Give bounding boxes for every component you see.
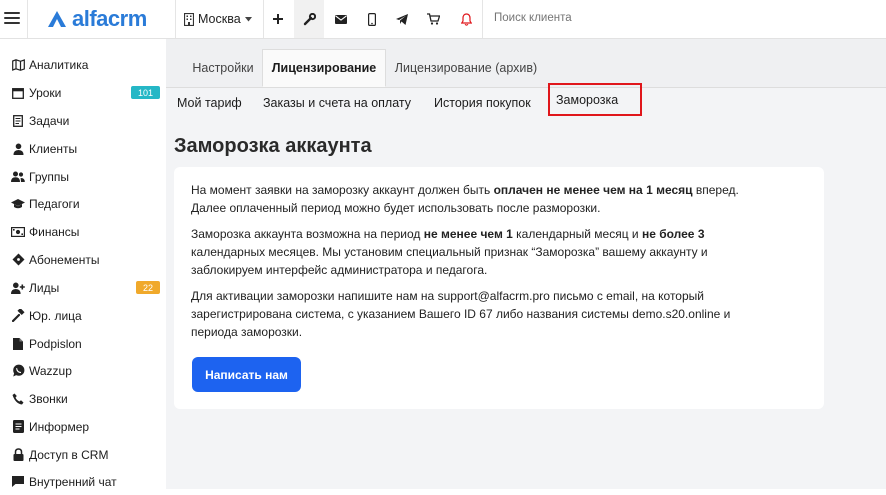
bell-icon[interactable] [451,0,481,38]
tab-licensing[interactable]: Лицензирование [262,49,386,87]
mail-icon[interactable] [326,0,356,38]
sidebar-item-tasks[interactable]: Задачи [0,107,166,134]
tab-settings[interactable]: Настройки [178,49,268,87]
top-bar: alfacrm Москва [0,0,886,39]
city-select[interactable]: Москва [184,0,252,38]
menu-icon[interactable] [4,10,20,26]
paragraph-activation: Для активации заморозки напишите нам на … [191,287,791,341]
sidebar-item-teachers[interactable]: Педагоги [0,190,166,217]
lock-icon [11,448,25,462]
sidebar-item-wazzup[interactable]: Wazzup [0,357,166,384]
sidebar-item-groups[interactable]: Группы [0,163,166,190]
write-to-us-button[interactable]: Написать нам [192,357,301,392]
paragraph-freeze-period: Заморозка аккаунта возможна на период не… [191,225,791,279]
p2-text-a: Заморозка аккаунта возможна на период [191,227,424,241]
subtab-freeze[interactable]: Заморозка [548,83,642,116]
sidebar-item-calls[interactable]: Звонки [0,385,166,412]
info-card: На момент заявки на заморозку аккаунт до… [174,167,824,409]
logo-text: alfacrm [72,6,147,31]
p2-text-b: календарный месяц и [512,227,642,241]
lessons-count-badge: 101 [130,86,160,99]
cart-icon[interactable] [418,0,448,38]
page-title: Заморозка аккаунта [174,135,372,157]
wrench-icon[interactable] [294,0,324,38]
p2-text-d: заблокируем интерфейс администратора и п… [191,263,488,277]
sidebar-item-lessons[interactable]: Уроки 101 [0,79,166,106]
alfacrm-logo-icon [48,11,66,27]
informer-icon [11,420,25,434]
logo[interactable]: alfacrm [46,6,147,32]
tab-bar: Настройки Лицензирование Лицензирование … [166,39,886,88]
p3-text-b: зарегистрирована система, с указанием Ва… [191,307,731,321]
telegram-icon[interactable] [387,0,417,38]
subtab-orders-invoices[interactable]: Заказы и счета на оплату [263,88,411,118]
sidebar-item-leads[interactable]: Лиды 22 [0,274,166,301]
chat-icon [11,475,25,489]
phone-call-icon [11,392,25,406]
p2-bold-b: не более 3 [641,227,705,241]
tab-licensing-archive[interactable]: Лицензирование (архив) [390,49,542,87]
city-label: Москва [198,12,241,26]
calendar-icon [11,86,25,100]
tasks-icon [11,114,25,128]
p2-text-c: календарных месяцев. Мы установим специа… [191,245,708,259]
map-icon [11,58,25,72]
document-icon [11,337,25,351]
p1-text-c: Далее оплаченный период можно будет испо… [191,201,601,215]
subtab-my-tariff[interactable]: Мой тариф [177,88,242,118]
leads-count-badge: 22 [135,281,160,294]
p2-bold-a: не менее чем 1 [423,227,513,241]
p3-text-c: периода заморозки. [191,325,303,339]
p1-text-b: вперед. [692,183,739,197]
hammer-icon [11,309,25,323]
divider [27,0,28,38]
p1-text-a: На момент заявки на заморозку аккаунт до… [191,183,494,197]
sidebar-item-podpislon[interactable]: Podpislon [0,330,166,357]
subtab-bar: Мой тариф Заказы и счета на оплату Истор… [166,83,886,118]
sidebar-item-subscriptions[interactable]: Абонементы [0,246,166,273]
building-icon [184,12,194,26]
main-content: Настройки Лицензирование Лицензирование … [166,39,886,489]
divider [175,0,176,38]
client-search-input[interactable] [492,11,696,25]
p1-bold-a: оплачен не менее чем на 1 месяц [493,183,693,197]
chevron-down-icon [244,16,252,21]
paragraph-payment-condition: На момент заявки на заморозку аккаунт до… [191,181,791,217]
sidebar-item-finance[interactable]: Финансы [0,218,166,245]
plus-icon[interactable] [263,0,293,38]
divider [482,0,483,38]
users-icon [11,170,25,184]
ticket-icon [11,253,25,267]
sidebar-item-informer[interactable]: Информер [0,413,166,440]
sidebar-item-legal-entities[interactable]: Юр. лица [0,302,166,329]
subtab-purchase-history[interactable]: История покупок [434,88,531,118]
user-plus-icon [11,281,25,295]
sidebar: Аналитика Уроки 101 Задачи Клиенты Групп… [0,39,166,489]
user-icon [11,142,25,156]
sidebar-item-internal-chat[interactable]: Внутренний чат [0,468,166,495]
phone-icon[interactable] [357,0,387,38]
p3-text-a: Для активации заморозки напишите нам на … [191,289,704,303]
sidebar-item-analytics[interactable]: Аналитика [0,51,166,78]
graduation-cap-icon [11,197,25,211]
sidebar-item-clients[interactable]: Клиенты [0,135,166,162]
money-icon [11,225,25,239]
whatsapp-icon [11,364,25,378]
sidebar-item-crm-access[interactable]: Доступ в CRM [0,441,166,468]
